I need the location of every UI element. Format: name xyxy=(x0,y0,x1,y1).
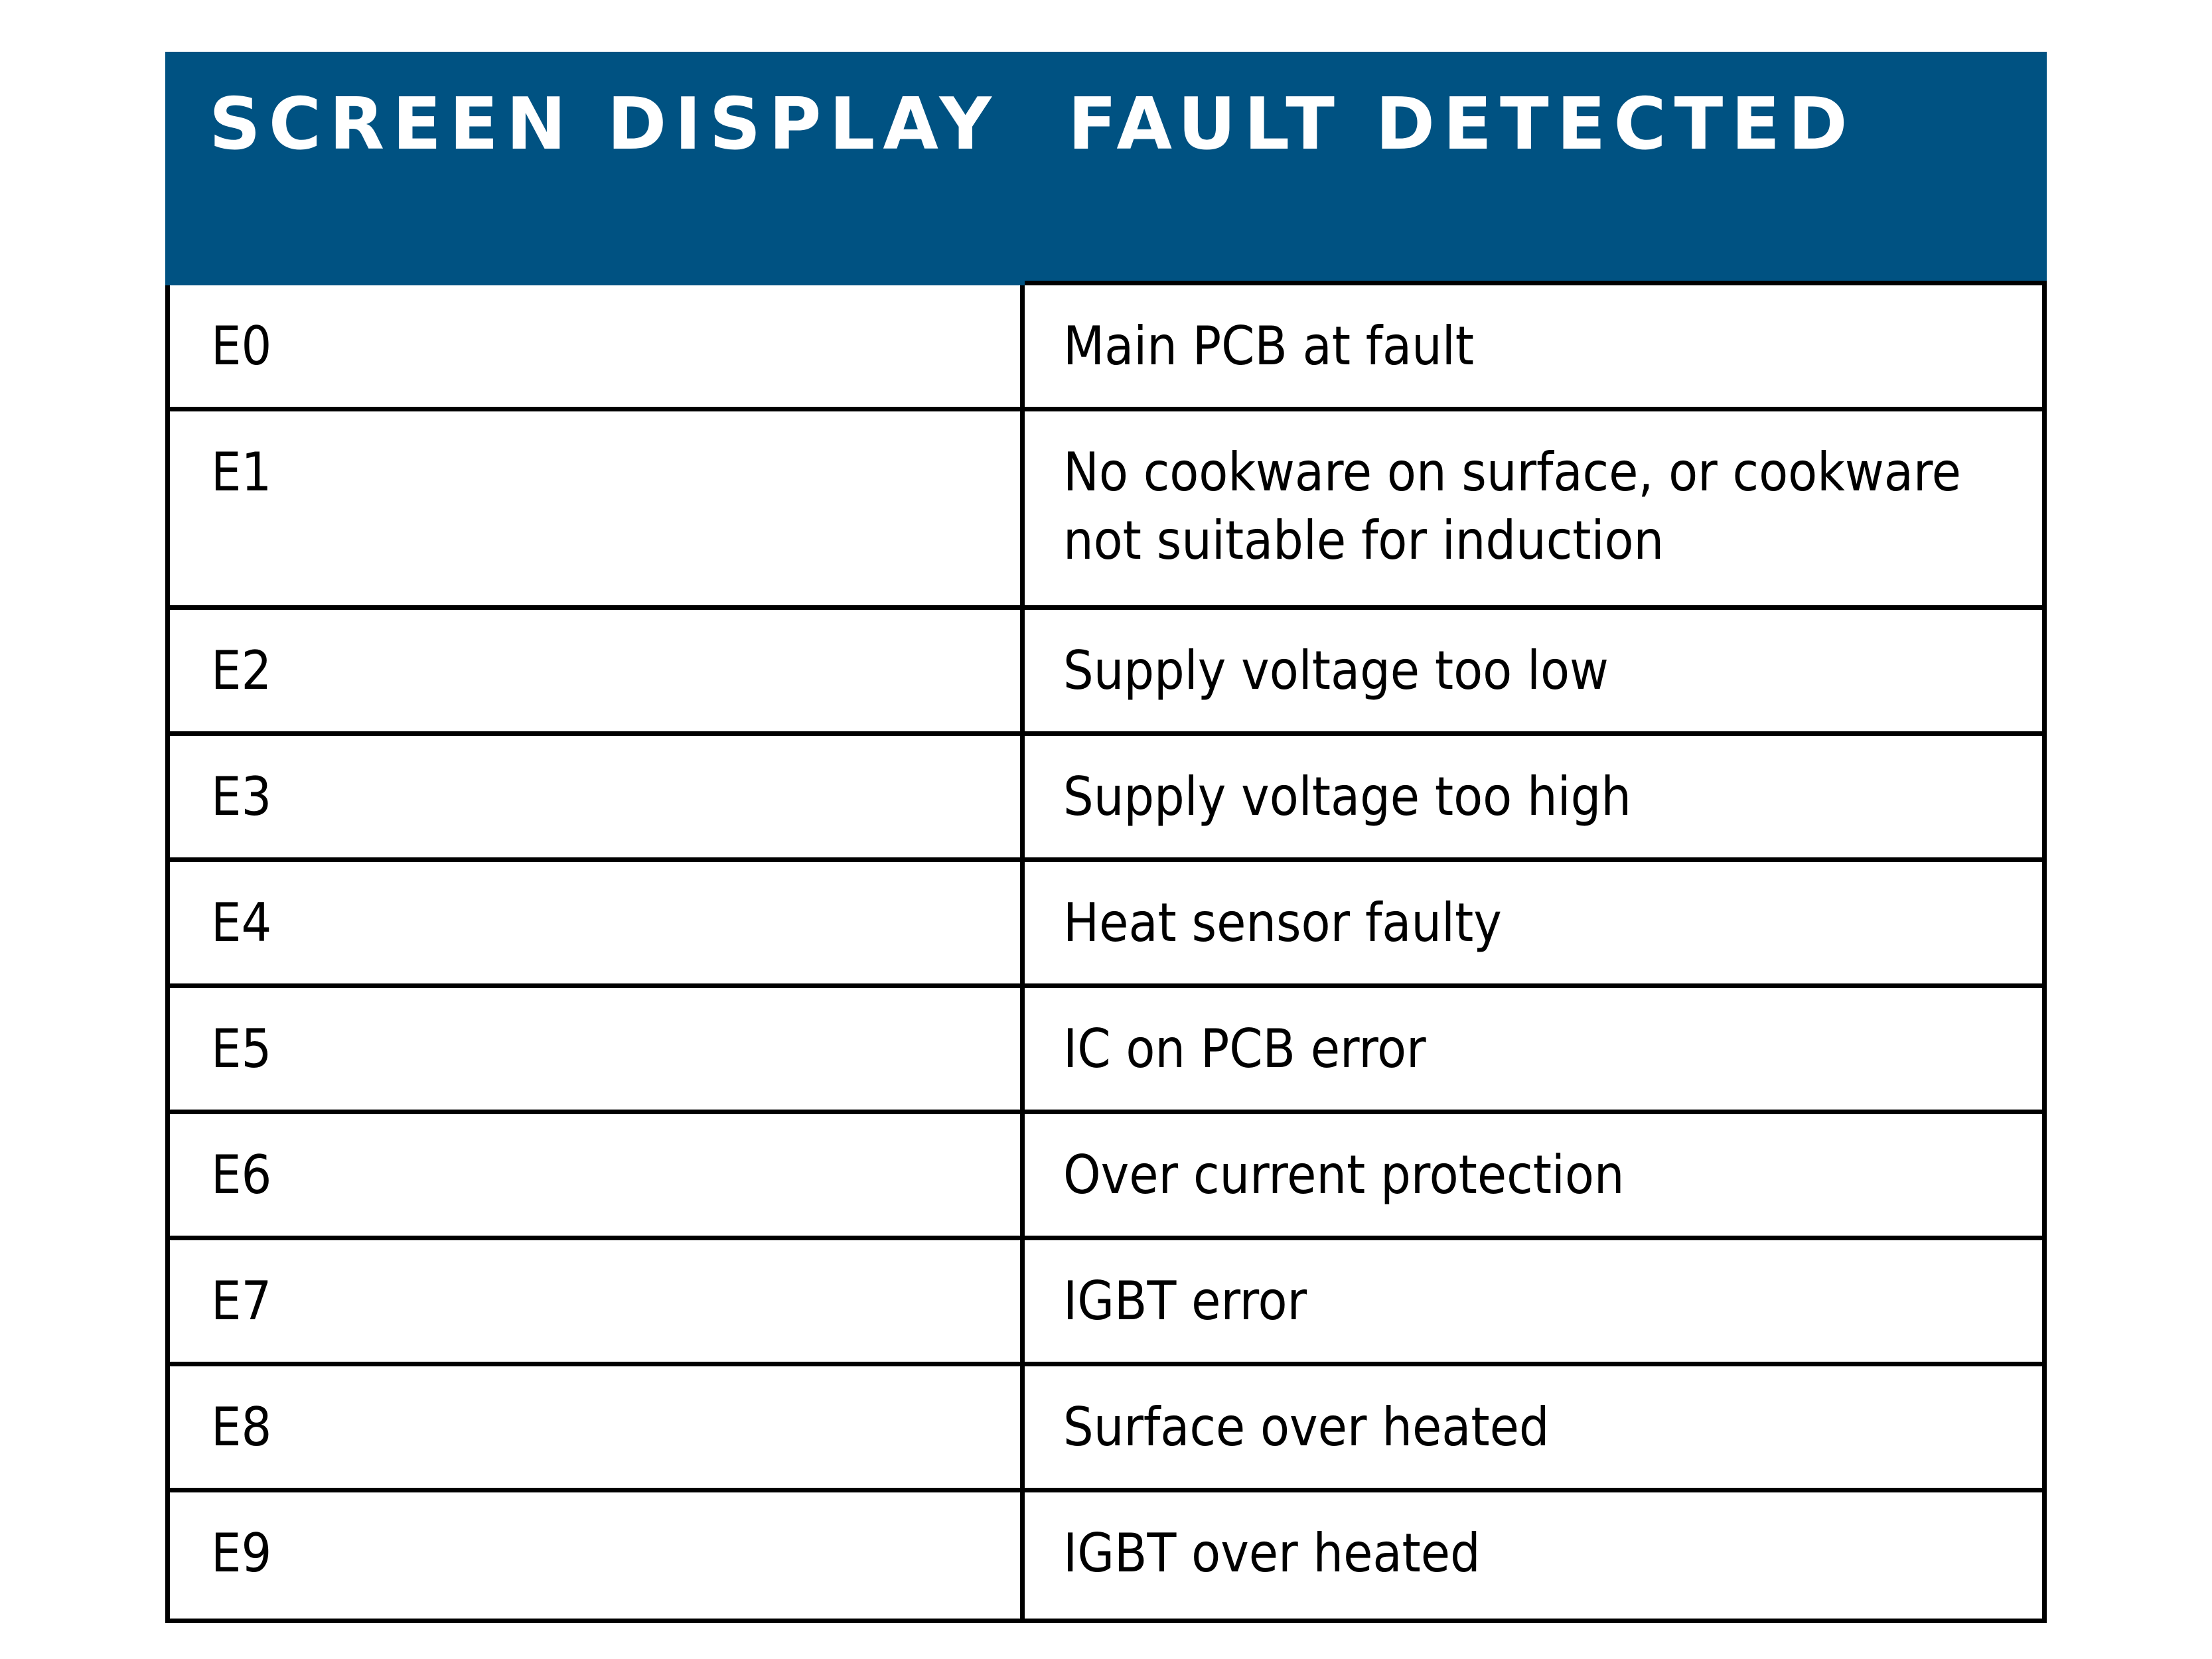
fault-text: Over current protection xyxy=(1063,1144,1625,1206)
fault-text: IC on PCB error xyxy=(1063,1018,1426,1080)
fault-cell: No cookware on surface, or cookware not … xyxy=(1025,411,2042,605)
code-text: E4 xyxy=(211,892,272,954)
table-row: E9 IGBT over heated xyxy=(170,1492,2042,1619)
code-cell: E7 xyxy=(170,1240,1025,1362)
fault-text: IGBT over heated xyxy=(1063,1522,1481,1584)
table-body: E0 Main PCB at fault E1 No cookware on s… xyxy=(165,281,2047,1623)
table-row: E0 Main PCB at fault xyxy=(170,285,2042,411)
code-text: E1 xyxy=(211,441,272,503)
fault-code-table: SCREEN DISPLAY FAULT DETECTED E0 Main PC… xyxy=(165,52,2047,1623)
code-cell: E2 xyxy=(170,610,1025,731)
code-text: E6 xyxy=(211,1144,272,1206)
table-row: E4 Heat sensor faulty xyxy=(170,862,2042,988)
table-row: E6 Over current protection xyxy=(170,1114,2042,1240)
code-text: E9 xyxy=(211,1522,272,1584)
fault-text: No cookware on surface, or cookware not … xyxy=(1063,441,1961,571)
code-text: E0 xyxy=(211,315,272,377)
fault-text: Surface over heated xyxy=(1063,1396,1550,1458)
code-cell: E6 xyxy=(170,1114,1025,1236)
fault-cell: Main PCB at fault xyxy=(1025,285,2042,407)
code-cell: E8 xyxy=(170,1366,1025,1488)
table-row: E3 Supply voltage too high xyxy=(170,736,2042,862)
code-cell: E5 xyxy=(170,988,1025,1110)
fault-cell: IC on PCB error xyxy=(1025,988,2042,1110)
code-text: E8 xyxy=(211,1396,272,1458)
table-header: SCREEN DISPLAY FAULT DETECTED xyxy=(165,52,2047,285)
fault-cell: Supply voltage too high xyxy=(1025,736,2042,857)
fault-cell: Over current protection xyxy=(1025,1114,2042,1236)
code-cell: E9 xyxy=(170,1492,1025,1619)
code-text: E5 xyxy=(211,1018,272,1080)
fault-cell: IGBT error xyxy=(1025,1240,2042,1362)
header-screen-display: SCREEN DISPLAY xyxy=(209,83,999,166)
table-row: E1 No cookware on surface, or cookware n… xyxy=(170,411,2042,610)
fault-cell: Surface over heated xyxy=(1025,1366,2042,1488)
fault-text: IGBT error xyxy=(1063,1270,1307,1332)
code-text: E3 xyxy=(211,766,272,828)
fault-text: Heat sensor faulty xyxy=(1063,892,1502,954)
table-row: E2 Supply voltage too low xyxy=(170,610,2042,736)
code-cell: E1 xyxy=(170,411,1025,605)
code-cell: E3 xyxy=(170,736,1025,857)
fault-cell: IGBT over heated xyxy=(1025,1492,2042,1619)
code-text: E2 xyxy=(211,640,272,701)
fault-text: Main PCB at fault xyxy=(1063,315,1474,377)
header-fault-detected: FAULT DETECTED xyxy=(1068,83,1856,166)
code-cell: E4 xyxy=(170,862,1025,983)
fault-text: Supply voltage too low xyxy=(1063,640,1609,701)
fault-cell: Heat sensor faulty xyxy=(1025,862,2042,983)
code-text: E7 xyxy=(211,1270,272,1332)
table-row: E7 IGBT error xyxy=(170,1240,2042,1366)
code-cell: E0 xyxy=(170,285,1025,407)
table-row: E5 IC on PCB error xyxy=(170,988,2042,1114)
fault-cell: Supply voltage too low xyxy=(1025,610,2042,731)
fault-text: Supply voltage too high xyxy=(1063,766,1631,828)
table-row: E8 Surface over heated xyxy=(170,1366,2042,1492)
